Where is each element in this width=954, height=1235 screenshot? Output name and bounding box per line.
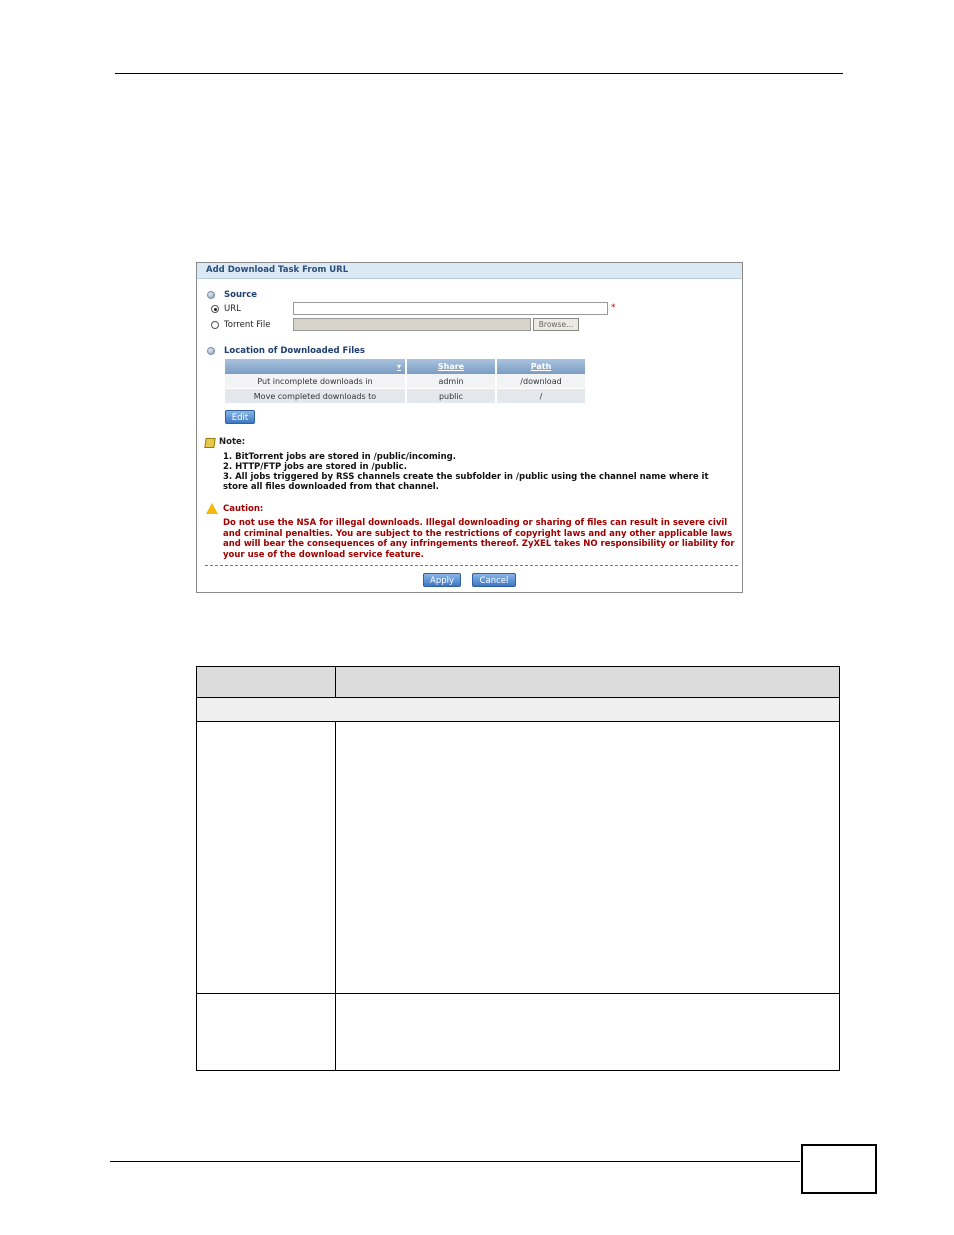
column-header-path[interactable]: Path — [497, 359, 587, 374]
header-rule — [115, 73, 843, 74]
panel-title: Add Download Task From URL — [197, 263, 742, 279]
table-row[interactable]: Move completed downloads to public / — [225, 389, 587, 404]
source-section-label: Source — [224, 290, 258, 300]
browse-button[interactable]: Browse... — [533, 318, 579, 331]
location-table: ▾ Share Path Put incomplete downloads in… — [225, 359, 587, 404]
table-column-rule — [335, 667, 336, 698]
apply-button[interactable]: Apply — [423, 573, 461, 587]
note-title: Note: — [219, 437, 246, 447]
location-section-icon — [207, 347, 215, 355]
edit-button[interactable]: Edit — [225, 410, 255, 424]
note-line: 1. BitTorrent jobs are stored in /public… — [223, 452, 456, 462]
url-input[interactable] — [293, 302, 608, 315]
table-rule — [197, 721, 839, 722]
url-radio[interactable] — [211, 305, 219, 313]
location-section-label: Location of Downloaded Files — [224, 346, 365, 356]
source-section-icon — [207, 291, 215, 299]
table-section-row — [197, 698, 839, 722]
description-table — [196, 666, 840, 1071]
table-column-rule — [335, 722, 336, 1070]
table-cell: Put incomplete downloads in — [225, 374, 407, 389]
note-line: 3. All jobs triggered by RSS channels cr… — [223, 472, 709, 492]
caution-title: Caution: — [223, 504, 264, 514]
caution-text: Do not use the NSA for illegal downloads… — [223, 518, 735, 560]
cancel-button[interactable]: Cancel — [472, 573, 516, 587]
table-rule — [197, 993, 839, 994]
column-header-share[interactable]: Share — [407, 359, 497, 374]
footer-rule — [110, 1161, 800, 1162]
table-cell: / — [497, 389, 587, 404]
column-header-sort[interactable]: ▾ — [225, 359, 407, 374]
table-row[interactable]: Put incomplete downloads in admin /downl… — [225, 374, 587, 389]
table-cell: admin — [407, 374, 497, 389]
note-icon — [204, 438, 216, 448]
required-mark: * — [611, 303, 616, 313]
torrent-file-field[interactable] — [293, 318, 531, 331]
page-number-box — [801, 1144, 877, 1194]
url-label: URL — [224, 304, 241, 314]
add-download-task-panel: Add Download Task From URL Source URL * … — [196, 262, 743, 593]
note-line: 2. HTTP/FTP jobs are stored in /public. — [223, 462, 407, 472]
torrent-file-label: Torrent File — [224, 320, 271, 330]
table-cell: Move completed downloads to — [225, 389, 407, 404]
warning-icon — [206, 503, 218, 514]
divider — [205, 565, 738, 566]
table-header-row — [197, 667, 839, 698]
table-cell: /download — [497, 374, 587, 389]
table-cell: public — [407, 389, 497, 404]
torrent-file-radio[interactable] — [211, 321, 219, 329]
sort-indicator-icon: ▾ — [396, 362, 401, 371]
